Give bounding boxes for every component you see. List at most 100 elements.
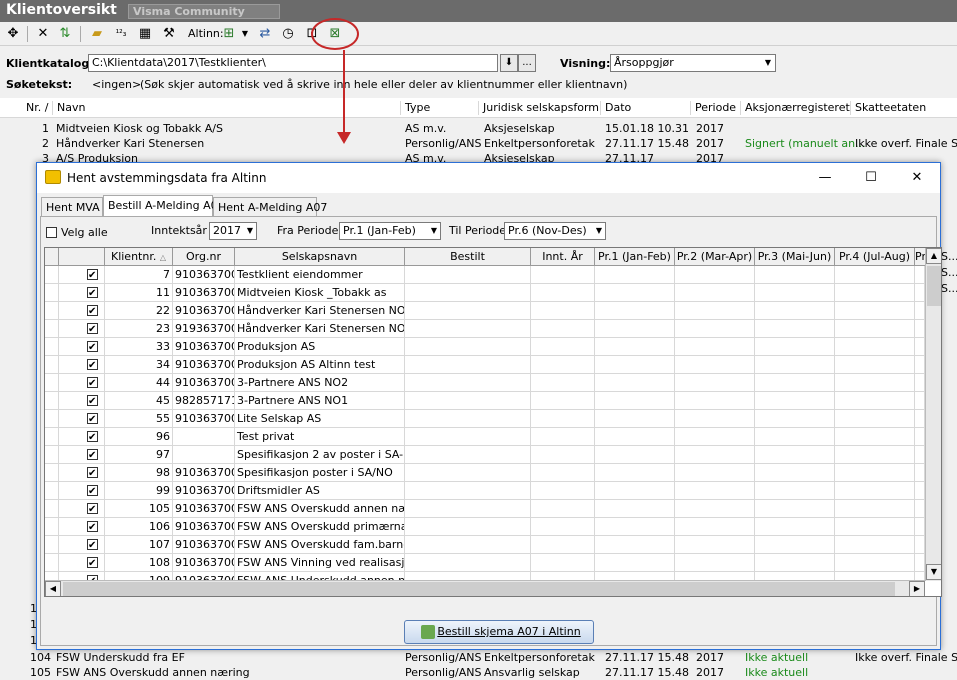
row-checkbox[interactable]	[87, 519, 98, 536]
table-row[interactable]: 23919363700Håndverker Kari Stenersen NO1	[45, 320, 925, 338]
scroll-right-icon[interactable]: ▶	[909, 581, 925, 596]
row-checkbox[interactable]	[87, 411, 98, 428]
table-icon[interactable]: ▦	[136, 25, 154, 43]
table-row[interactable]: 98910363700Spesifikasjon poster i SA/NO	[45, 464, 925, 482]
col-navn[interactable]: Navn	[52, 101, 85, 115]
row-checkbox[interactable]	[87, 429, 98, 446]
vertical-scrollbar[interactable]: ▲ ▼	[925, 248, 941, 581]
chevron-down-icon[interactable]: ▼	[236, 25, 254, 43]
table-row[interactable]: 1 Midtveien Kiosk og Tobakk A/S AS m.v. Ak…	[0, 121, 957, 136]
table-row[interactable]: 7910363700Testklient eiendommer	[45, 266, 925, 284]
row-checkbox-cell[interactable]	[59, 374, 105, 392]
row-checkbox-cell[interactable]	[59, 338, 105, 356]
table-row[interactable]: 449103637003-Partnere ANS NO2	[45, 374, 925, 392]
table-row[interactable]: 459828571713-Partnere ANS NO1	[45, 392, 925, 410]
altinn-clock-icon[interactable]: ◷	[279, 25, 297, 43]
table-row[interactable]: 107910363700FSW ANS Overskudd fam.barneh…	[45, 536, 925, 554]
row-checkbox-cell[interactable]	[59, 356, 105, 374]
row-checkbox[interactable]	[87, 447, 98, 464]
visning-select[interactable]: Årsoppgjør ▼	[610, 54, 776, 72]
row-checkbox-cell[interactable]	[59, 410, 105, 428]
scroll-thumb[interactable]	[927, 266, 941, 306]
hscroll-thumb[interactable]	[63, 582, 895, 596]
col-pr4[interactable]: Pr.4 (Jul-Aug)	[835, 248, 915, 266]
horizontal-scrollbar[interactable]: ◀ ▶	[45, 580, 925, 596]
tab-hent-a07[interactable]: Hent A-Melding A07	[213, 197, 327, 217]
maximize-icon[interactable]: ☐	[861, 168, 881, 188]
table-row[interactable]: 33910363700Produksjon AS	[45, 338, 925, 356]
row-checkbox[interactable]	[87, 537, 98, 554]
col-orgnr[interactable]: Org.nr	[173, 248, 235, 266]
scroll-left-icon[interactable]: ◀	[45, 581, 61, 596]
col-nr[interactable]: Nr. /	[22, 101, 48, 115]
row-checkbox[interactable]	[87, 501, 98, 518]
col-skatteetaten[interactable]: Skatteetaten	[850, 101, 926, 115]
scroll-up-icon[interactable]: ▲	[926, 248, 941, 264]
col-pr1[interactable]: Pr.1 (Jan-Feb)	[595, 248, 675, 266]
folder-open-icon[interactable]: ▰	[88, 25, 106, 43]
row-checkbox[interactable]	[87, 267, 98, 284]
row-checkbox[interactable]	[87, 393, 98, 410]
table-row[interactable]: 22910363700Håndverker Kari Stenersen NO2	[45, 302, 925, 320]
row-checkbox-cell[interactable]	[59, 518, 105, 536]
navigate-icon[interactable]: ✥	[4, 25, 22, 43]
row-checkbox[interactable]	[87, 375, 98, 392]
altinn-send-icon[interactable]: ⇄	[256, 25, 274, 43]
row-checkbox[interactable]	[87, 339, 98, 356]
row-checkbox-cell[interactable]	[59, 266, 105, 284]
row-checkbox-cell[interactable]	[59, 500, 105, 518]
col-klientnr[interactable]: Klientnr. △	[105, 248, 173, 266]
download-icon[interactable]: ⬇	[500, 54, 518, 72]
tools-icon[interactable]: ⚒	[160, 25, 178, 43]
row-checkbox-cell[interactable]	[59, 320, 105, 338]
tab-bestill-a06[interactable]: Bestill A-Melding A06	[103, 195, 225, 217]
row-checkbox-cell[interactable]	[59, 482, 105, 500]
col-pr5[interactable]: Pr	[915, 248, 925, 266]
table-row[interactable]: 99910363700Driftsmidler AS	[45, 482, 925, 500]
row-checkbox-cell[interactable]	[59, 428, 105, 446]
table-row[interactable]: 55910363700Lite Selskap AS	[45, 410, 925, 428]
scroll-down-icon[interactable]: ▼	[926, 564, 941, 580]
row-checkbox[interactable]	[87, 483, 98, 500]
row-checkbox[interactable]	[87, 555, 98, 572]
inntektsar-select[interactable]: 2017 ▼	[209, 222, 257, 240]
table-row[interactable]: 104 FSW Underskudd fra EF Personlig/ANS En…	[0, 650, 957, 665]
order-a07-button[interactable]: Bestill skjema A07 i Altinn	[404, 620, 594, 644]
col-pr2[interactable]: Pr.2 (Mar-Apr)	[675, 248, 755, 266]
table-row[interactable]: 34910363700Produksjon AS Altinn test	[45, 356, 925, 374]
fra-periode-select[interactable]: Pr.1 (Jan-Feb) ▼	[339, 222, 441, 240]
row-checkbox-cell[interactable]	[59, 536, 105, 554]
row-checkbox-cell[interactable]	[59, 464, 105, 482]
row-checkbox[interactable]	[87, 303, 98, 320]
catalog-input[interactable]: C:\Klientdata\2017\Testklienter\	[88, 54, 498, 72]
row-checkbox[interactable]	[87, 321, 98, 338]
minimize-icon[interactable]: —	[815, 168, 835, 188]
col-innt-ar[interactable]: Innt. År	[531, 248, 595, 266]
select-all-checkbox[interactable]	[46, 227, 57, 238]
table-row[interactable]: 105910363700FSW ANS Overskudd annen næri…	[45, 500, 925, 518]
row-checkbox-cell[interactable]	[59, 554, 105, 572]
refresh-icon[interactable]: ⇅	[56, 25, 74, 43]
col-bestilt[interactable]: Bestilt	[405, 248, 531, 266]
col-type[interactable]: Type	[400, 101, 430, 115]
community-tab[interactable]: Visma Community	[128, 4, 280, 19]
col-dato[interactable]: Dato	[600, 101, 631, 115]
table-row[interactable]: 11910363700Midtveien Kiosk _Tobakk as	[45, 284, 925, 302]
til-periode-select[interactable]: Pr.6 (Nov-Des) ▼	[504, 222, 606, 240]
row-checkbox-cell[interactable]	[59, 302, 105, 320]
table-row[interactable]: 106910363700FSW ANS Overskudd primærnæri…	[45, 518, 925, 536]
delete-icon[interactable]: ✕	[34, 25, 52, 43]
row-checkbox[interactable]	[87, 285, 98, 302]
col-juridisk[interactable]: Juridisk selskapsform	[478, 101, 599, 115]
table-row[interactable]: 108910363700FSW ANS Vinning ved realisas…	[45, 554, 925, 572]
col-pr3[interactable]: Pr.3 (Mai-Jun)	[755, 248, 835, 266]
tab-hent-mva[interactable]: Hent MVA	[41, 197, 103, 217]
row-checkbox-cell[interactable]	[59, 446, 105, 464]
row-checkbox[interactable]	[87, 357, 98, 374]
close-icon[interactable]: ✕	[907, 168, 927, 188]
row-checkbox-cell[interactable]	[59, 392, 105, 410]
row-checkbox-cell[interactable]	[59, 284, 105, 302]
table-row[interactable]: 97 Spesifikasjon 2 av poster i SA-NO	[45, 446, 925, 464]
renumber-icon[interactable]: ¹²₃	[112, 25, 130, 43]
table-row[interactable]: 96 Test privat	[45, 428, 925, 446]
